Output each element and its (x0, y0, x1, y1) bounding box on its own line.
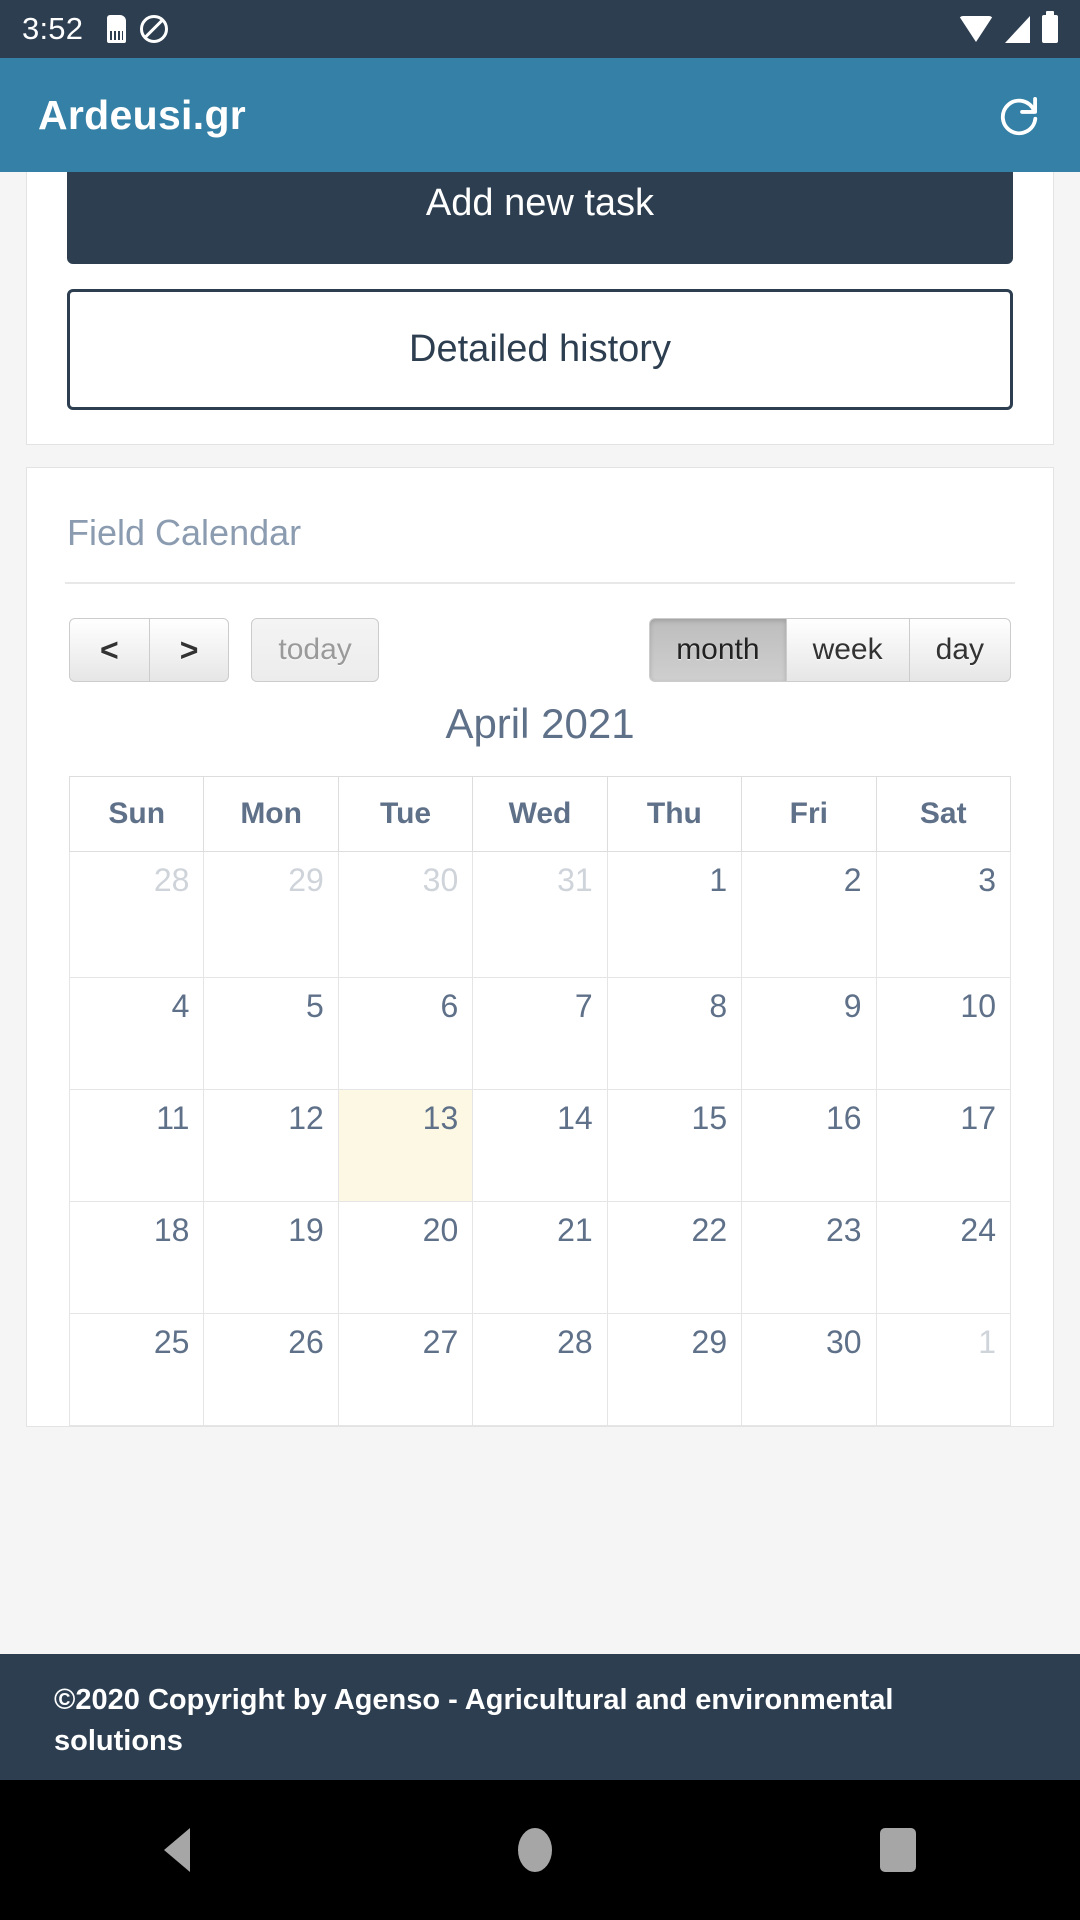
calendar-today-group: today (251, 618, 379, 682)
app-bar: Ardeusi.gr (0, 58, 1080, 172)
calendar-day-cell[interactable]: 28 (68, 851, 205, 978)
battery-icon (1042, 11, 1058, 43)
calendar-week-row: 11 12 13 14 15 16 17 (68, 1089, 1012, 1202)
calendar-view-month-button[interactable]: month (649, 618, 787, 682)
calendar-day-cell[interactable]: 5 (203, 977, 339, 1090)
app-title: Ardeusi.gr (38, 91, 247, 138)
weekday-sun: Sun (68, 776, 205, 852)
calendar-day-cell[interactable]: 9 (741, 977, 877, 1090)
calendar-body: 28 29 30 31 1 2 3 4 5 6 7 8 9 10 11 12 13 14 15 16 17 18 19 20 2… (68, 851, 1012, 1426)
calendar-day-cell[interactable]: 20 (337, 1201, 474, 1314)
status-bar-right-icons (959, 11, 1058, 43)
calendar-day-cell[interactable]: 15 (606, 1089, 743, 1202)
add-new-task-button[interactable]: Add new task (67, 172, 1013, 264)
calendar-day-cell[interactable]: 27 (337, 1313, 474, 1426)
weekday-mon: Mon (203, 776, 339, 852)
calendar-day-cell[interactable]: 11 (68, 1089, 205, 1202)
calendar-day-cell[interactable]: 22 (606, 1201, 743, 1314)
calendar-nav-group: < > (69, 618, 230, 682)
calendar-day-cell[interactable]: 31 (472, 851, 608, 978)
calendar-heading: Field Calendar (67, 512, 302, 553)
calendar-prev-button[interactable]: < (69, 618, 150, 682)
calendar-view-day-button[interactable]: day (908, 618, 1011, 682)
calendar-day-cell[interactable]: 17 (875, 1089, 1012, 1202)
calendar-today-button[interactable]: today (251, 618, 379, 682)
android-nav-bar (0, 1780, 1080, 1920)
wifi-icon (959, 16, 993, 42)
recents-icon[interactable] (880, 1828, 916, 1872)
calendar-day-cell[interactable]: 25 (68, 1313, 205, 1426)
calendar-next-button[interactable]: > (148, 618, 230, 682)
calendar-week-row: 28 29 30 31 1 2 3 (68, 851, 1012, 978)
calendar-day-cell[interactable]: 7 (472, 977, 608, 1090)
sdcard-icon (107, 15, 127, 43)
page-content[interactable]: Add new task Detailed history Field Cale… (0, 172, 1080, 1654)
calendar-day-cell[interactable]: 13 (337, 1089, 474, 1202)
weekday-sat: Sat (875, 776, 1012, 852)
phone-screen: 3:52 Ardeusi.gr Add new task Detailed hi… (0, 0, 1080, 1920)
home-icon[interactable] (518, 1828, 552, 1872)
calendar-weekday-header: Sun Mon Tue Wed Thu Fri Sat (68, 776, 1012, 852)
copyright-text: ©2020 Copyright by Agenso - Agricultural… (54, 1684, 894, 1757)
weekday-tue: Tue (337, 776, 474, 852)
calendar-day-cell[interactable]: 12 (203, 1089, 339, 1202)
calendar-day-cell[interactable]: 1 (606, 851, 743, 978)
calendar-week-row: 18 19 20 21 22 23 24 (68, 1201, 1012, 1314)
status-bar-left-icons (107, 15, 169, 43)
android-status-bar: 3:52 (0, 0, 1080, 58)
do-not-disturb-icon (140, 15, 169, 43)
calendar-day-cell[interactable]: 29 (203, 851, 339, 978)
calendar-day-cell[interactable]: 26 (203, 1313, 339, 1426)
calendar-day-cell[interactable]: 14 (472, 1089, 608, 1202)
calendar-day-cell[interactable]: 28 (472, 1313, 608, 1426)
cellular-signal-icon (1005, 15, 1030, 43)
calendar-day-cell[interactable]: 2 (741, 851, 877, 978)
calendar-month-title: April 2021 (445, 700, 635, 747)
weekday-fri: Fri (741, 776, 877, 852)
back-icon[interactable] (164, 1828, 190, 1872)
calendar-day-cell[interactable]: 21 (472, 1201, 608, 1314)
calendar-week-row: 4 5 6 7 8 9 10 (68, 977, 1012, 1090)
calendar-day-cell[interactable]: 18 (68, 1201, 205, 1314)
calendar-day-cell[interactable]: 8 (606, 977, 743, 1090)
detailed-history-button[interactable]: Detailed history (67, 289, 1013, 410)
calendar-week-row: 25 26 27 28 29 30 1 (68, 1313, 1012, 1426)
calendar-day-cell[interactable]: 24 (875, 1201, 1012, 1314)
calendar-day-cell[interactable]: 23 (741, 1201, 877, 1314)
calendar-day-cell[interactable]: 19 (203, 1201, 339, 1314)
calendar-grid: Sun Mon Tue Wed Thu Fri Sat 28 29 30 31 1 2 3 4… (68, 776, 1012, 1426)
calendar-day-cell[interactable]: 16 (741, 1089, 877, 1202)
calendar-view-group: month week day (649, 618, 1011, 682)
calendar-view-week-button[interactable]: week (785, 618, 910, 682)
calendar-day-cell[interactable]: 10 (875, 977, 1012, 1090)
field-calendar-panel: Field Calendar < > today month week day (26, 467, 1054, 1427)
actions-panel: Add new task Detailed history (26, 172, 1054, 445)
calendar-day-cell[interactable]: 1 (875, 1313, 1012, 1426)
weekday-thu: Thu (606, 776, 743, 852)
calendar-day-cell[interactable]: 30 (741, 1313, 877, 1426)
weekday-row: Sun Mon Tue Wed Thu Fri Sat (68, 776, 1012, 852)
calendar-day-cell[interactable]: 29 (606, 1313, 743, 1426)
calendar-toolbar: < > today month week day (27, 618, 1053, 682)
calendar-day-cell[interactable]: 30 (337, 851, 474, 978)
calendar-day-cell[interactable]: 3 (875, 851, 1012, 978)
status-bar-clock: 3:52 (22, 11, 84, 46)
page-footer: ©2020 Copyright by Agenso - Agricultural… (0, 1654, 1080, 1780)
calendar-day-cell[interactable]: 4 (68, 977, 205, 1090)
calendar-day-cell[interactable]: 6 (337, 977, 474, 1090)
weekday-wed: Wed (472, 776, 608, 852)
refresh-icon[interactable] (996, 92, 1042, 138)
calendar-divider (65, 582, 1015, 584)
